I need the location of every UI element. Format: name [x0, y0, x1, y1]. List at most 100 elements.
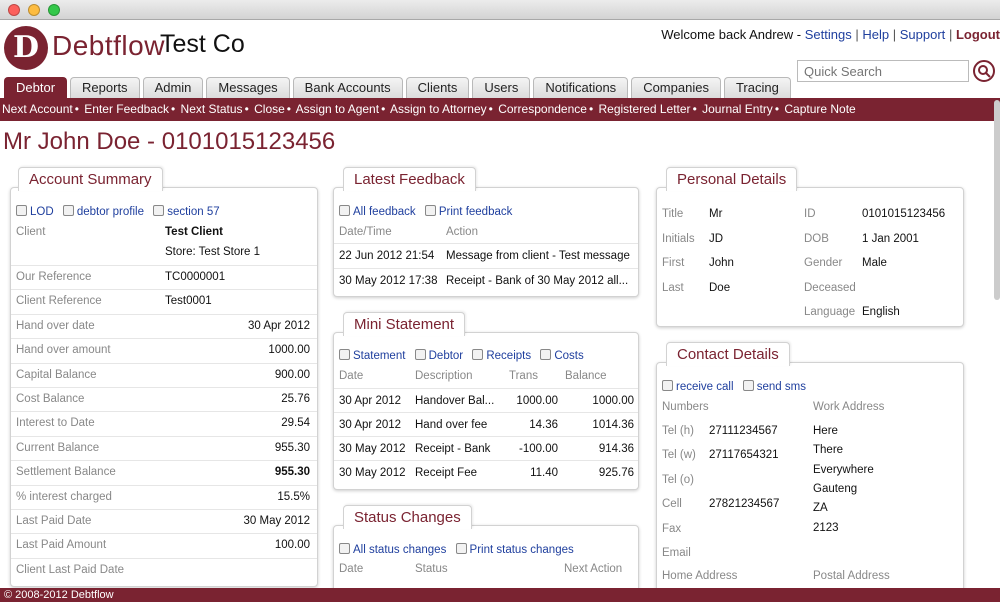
work-address-line: 2123 [813, 521, 839, 534]
all-feedback-link[interactable]: All feedback [339, 205, 416, 218]
action-capture-note[interactable]: Capture Note [784, 102, 855, 116]
action-enter-feedback[interactable]: Enter Feedback [84, 102, 169, 116]
tab-companies[interactable]: Companies [631, 77, 721, 98]
tab-reports[interactable]: Reports [70, 77, 140, 98]
summary-label: Hand over date [16, 319, 95, 332]
work-address-line: There [813, 444, 844, 457]
personal-value: John [709, 257, 734, 269]
tab-admin[interactable]: Admin [142, 77, 204, 98]
summary-value: 955.30 [274, 441, 310, 454]
personal-label: First [662, 257, 685, 269]
close-window-button[interactable] [8, 4, 20, 16]
statement-link[interactable]: Statement [339, 349, 405, 362]
divider [11, 411, 317, 413]
statement-balance: 914.36 [598, 443, 634, 455]
personal-label: Gender [804, 257, 843, 269]
tab-bank-accounts[interactable]: Bank Accounts [292, 77, 403, 98]
tab-users[interactable]: Users [472, 77, 531, 98]
all-status-changes-link[interactable]: All status changes [339, 543, 446, 556]
divider [11, 533, 317, 535]
summary-value: 955.30 [274, 466, 310, 479]
personal-label: Title [662, 208, 684, 220]
company-name: Test Co [160, 30, 245, 58]
summary-label: Client Last Paid Date [16, 563, 125, 576]
divider [11, 557, 317, 559]
summary-label: Cost Balance [16, 393, 85, 405]
action-journal-entry[interactable]: Journal Entry [702, 102, 773, 116]
separator: • [692, 102, 697, 116]
tab-notifications[interactable]: Notifications [533, 77, 629, 98]
divider [11, 387, 317, 388]
receive-call-link[interactable]: receive call [662, 380, 734, 393]
minimize-window-button[interactable] [28, 4, 40, 16]
statement-balance: 1014.36 [592, 419, 634, 431]
personal-label: Deceased [804, 281, 856, 294]
action-bar: Next Account • Enter Feedback • Next Statu… [0, 98, 1000, 121]
mini-statement-title: Mini Statement [343, 312, 466, 336]
receipts-link[interactable]: Receipts [472, 349, 531, 362]
lod-link[interactable]: LOD [16, 205, 54, 218]
action-assign-agent[interactable]: Assign to Agent [296, 102, 379, 116]
footer: © 2008-2012 Debtflow [0, 588, 1000, 602]
send-sms-link[interactable]: send sms [742, 380, 806, 393]
latest-feedback-title: Latest Feedback [343, 167, 476, 191]
debtor-profile-link[interactable]: debtor profile [62, 205, 144, 218]
divider [11, 265, 317, 266]
costs-link[interactable]: Costs [540, 349, 584, 362]
contact-number-label: Tel (w) [662, 449, 696, 462]
personal-value: English [862, 306, 900, 318]
welcome-text: Welcome back Andrew - [661, 27, 802, 42]
print-feedback-link[interactable]: Print feedback [424, 205, 512, 218]
summary-value: 25.76 [281, 393, 310, 405]
action-next-status[interactable]: Next Status [181, 102, 243, 116]
summary-value: Test0001 [165, 295, 212, 308]
personal-label: DOB [804, 232, 829, 245]
debtor-link[interactable]: Debtor [414, 349, 463, 362]
status-header-status: Status [415, 563, 448, 575]
logout-link[interactable]: Logout [956, 27, 1000, 42]
divider [334, 460, 638, 461]
zoom-window-button[interactable] [48, 4, 60, 16]
statement-trans: 1000.00 [516, 395, 558, 407]
tab-debtor[interactable]: Debtor [4, 77, 68, 98]
tab-tracing[interactable]: Tracing [723, 77, 791, 98]
contact-number-label: Tel (o) [662, 473, 694, 486]
support-link[interactable]: Support [900, 27, 946, 42]
personal-details-title: Personal Details [666, 167, 798, 191]
action-close[interactable]: Close [254, 102, 285, 116]
feedback-date: 30 May 2012 17:38 [339, 275, 438, 287]
statement-trans: 14.36 [529, 419, 558, 431]
section-57-link[interactable]: section 57 [153, 205, 220, 218]
personal-label: ID [804, 208, 816, 220]
search-icon[interactable] [973, 60, 995, 82]
feedback-action[interactable]: Receipt - Bank of 30 May 2012 all... [446, 275, 628, 287]
action-registered-letter[interactable]: Registered Letter [599, 102, 691, 116]
feedback-action[interactable]: Message from client - Test message [446, 250, 630, 262]
action-assign-attorney[interactable]: Assign to Attorney [390, 102, 487, 116]
separator: • [488, 102, 493, 116]
status-links: All status changes Print status changes [339, 543, 580, 556]
divider [334, 268, 638, 269]
work-address-header: Work Address [813, 401, 885, 413]
statement-description: Hand over fee [415, 419, 488, 431]
action-next-account[interactable]: Next Account [2, 102, 73, 116]
feedback-links: All feedback Print feedback [339, 205, 518, 218]
settings-link[interactable]: Settings [805, 27, 852, 42]
tab-messages[interactable]: Messages [206, 77, 290, 98]
work-address-line: ZA [813, 502, 828, 515]
top-links: Welcome back Andrew - Settings | Help | … [661, 27, 1000, 42]
home-address-header: Home Address [662, 570, 738, 582]
page-scrollbar[interactable] [994, 100, 1000, 300]
separator: • [774, 102, 780, 116]
quick-search-input[interactable] [797, 60, 969, 82]
tab-clients[interactable]: Clients [405, 77, 470, 98]
action-correspondence[interactable]: Correspondence [498, 102, 587, 116]
personal-label: Language [804, 306, 856, 318]
print-status-changes-link[interactable]: Print status changes [455, 543, 574, 556]
contact-number-value: 27117654321 [709, 449, 779, 462]
numbers-header: Numbers [662, 401, 709, 413]
divider [334, 243, 638, 244]
help-link[interactable]: Help [862, 27, 889, 42]
separator: • [588, 102, 594, 116]
contact-details-title: Contact Details [666, 342, 790, 366]
